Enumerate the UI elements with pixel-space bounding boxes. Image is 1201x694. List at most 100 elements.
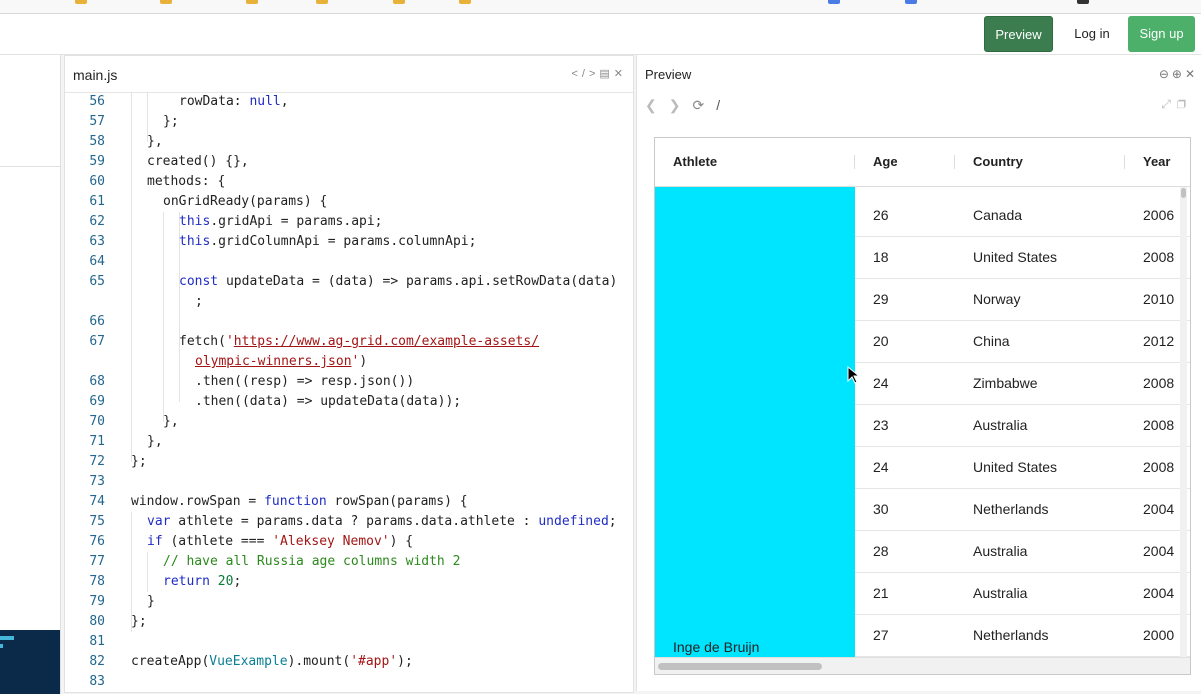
data-grid[interactable]: Athlete Age Country Year Inge de Bruijn … [654, 137, 1191, 675]
code-area[interactable]: 56 rowData: null, 57}; 58}, 59 created() {… [65, 92, 633, 692]
code-view-icon[interactable]: </> [571, 68, 599, 80]
preview-panel: Preview ⊖⊕✕ ❮ ❯ ⟳ / ⤢❐ Athlete Age Country … [636, 55, 1201, 691]
country-cell: China [973, 333, 1010, 349]
bookmark-site-icon[interactable] [828, 0, 840, 4]
close-icon[interactable]: ✕ [614, 68, 627, 80]
column-header-athlete[interactable]: Athlete [673, 154, 717, 169]
vertical-scrollbar[interactable] [1180, 187, 1187, 657]
code-url-link[interactable]: https://www.ag-grid.com/example-assets/ [234, 334, 539, 349]
code-editor-panel: main.js </>▤✕ 56 rowData: null, 57}; 58},… [64, 55, 634, 693]
column-resize-handle[interactable] [854, 155, 855, 169]
preview-view-controls: ⤢❐ [1161, 97, 1192, 112]
indent-guide [163, 212, 164, 422]
column-header-country[interactable]: Country [973, 154, 1023, 169]
country-cell: Australia [973, 543, 1028, 559]
editor-header: main.js </>▤✕ [65, 56, 633, 93]
signup-button[interactable]: Sign up [1128, 16, 1195, 52]
country-cell: Australia [973, 585, 1028, 601]
table-row[interactable]: 23 Australia 2008 [855, 404, 1190, 447]
bookmark-folder-icon[interactable] [459, 0, 471, 4]
bookmark-folder-icon[interactable] [75, 0, 87, 4]
editor-toolbar: </>▤✕ [571, 67, 627, 80]
age-cell: 24 [873, 375, 889, 391]
sidebar-terminal-preview[interactable] [0, 630, 60, 694]
year-cell: 2012 [1143, 333, 1175, 349]
year-cell: 2008 [1143, 375, 1175, 391]
code-url-link[interactable]: olympic-winners.json [195, 354, 352, 369]
year-cell: 2006 [1143, 207, 1175, 223]
left-sidebar [0, 55, 61, 694]
bookmark-folder-icon[interactable] [393, 0, 405, 4]
mouse-cursor-icon [847, 365, 861, 384]
preview-button[interactable]: Preview [984, 16, 1053, 52]
reload-icon[interactable]: ⟳ [692, 97, 704, 113]
indent-guide [147, 552, 148, 592]
zoom-out-icon[interactable]: ⊖ [1159, 67, 1172, 81]
table-row[interactable]: 21 Australia 2004 [855, 572, 1190, 615]
preview-title: Preview [645, 67, 692, 82]
age-cell: 18 [873, 249, 889, 265]
country-cell: United States [973, 459, 1058, 475]
year-cell: 2004 [1143, 501, 1175, 517]
country-cell: United States [973, 249, 1058, 265]
year-cell: 2008 [1143, 417, 1175, 433]
year-cell: 2004 [1143, 585, 1175, 601]
bookmark-site-icon[interactable] [1077, 0, 1089, 4]
age-cell: 26 [873, 207, 889, 223]
column-resize-handle[interactable] [954, 155, 955, 169]
table-row[interactable]: 20 China 2012 [855, 320, 1190, 363]
docs-icon[interactable]: ▤ [599, 68, 613, 80]
bookmark-folder-icon[interactable] [246, 0, 258, 4]
year-cell: 2008 [1143, 459, 1175, 475]
forward-icon[interactable]: ❯ [669, 97, 681, 113]
terminal-bar [0, 636, 14, 640]
column-header-year[interactable]: Year [1143, 154, 1170, 169]
age-cell: 29 [873, 291, 889, 307]
expand-icon[interactable]: ⤢ [1161, 97, 1177, 111]
athlete-name: Inge de Bruijn [673, 639, 760, 655]
year-cell: 2000 [1143, 627, 1175, 643]
table-row[interactable]: 30 Netherlands 2004 [855, 488, 1190, 531]
scrollbar-thumb[interactable] [658, 663, 822, 670]
table-row[interactable]: 27 Netherlands 2000 [855, 614, 1190, 657]
sidebar-divider [0, 166, 60, 167]
table-row[interactable]: 29 Norway 2010 [855, 278, 1190, 321]
terminal-bar [0, 644, 3, 648]
preview-path: / [716, 97, 721, 113]
grid-body: Inge de Bruijn 26 Canada 2006 18 United Sta… [655, 187, 1190, 657]
table-row[interactable]: 24 Zimbabwe 2008 [855, 362, 1190, 405]
age-cell: 30 [873, 501, 889, 517]
table-row[interactable]: 28 Australia 2004 [855, 530, 1190, 573]
indent-guide [131, 92, 132, 462]
country-cell: Canada [973, 207, 1023, 223]
country-cell: Netherlands [973, 627, 1049, 643]
column-header-age[interactable]: Age [873, 154, 898, 169]
column-resize-handle[interactable] [1124, 155, 1125, 169]
scrollbar-thumb[interactable] [1181, 188, 1186, 198]
horizontal-scrollbar[interactable] [655, 657, 1190, 674]
table-row[interactable]: 18 United States 2008 [855, 236, 1190, 279]
open-new-window-icon[interactable]: ❐ [1177, 97, 1192, 111]
zoom-in-icon[interactable]: ⊕ [1172, 67, 1185, 81]
bookmark-folder-icon[interactable] [316, 0, 328, 4]
app-header: Preview Log in Sign up [0, 14, 1201, 55]
table-row[interactable]: 24 United States 2008 [855, 446, 1190, 489]
close-icon[interactable]: ✕ [1185, 67, 1198, 81]
year-cell: 2010 [1143, 291, 1175, 307]
preview-nav: ❮ ❯ ⟳ / [645, 97, 732, 114]
bookmark-folder-icon[interactable] [160, 0, 172, 4]
country-cell: Australia [973, 417, 1028, 433]
country-cell: Norway [973, 291, 1021, 307]
country-cell: Netherlands [973, 501, 1049, 517]
spanned-athlete-cell[interactable]: Inge de Bruijn [655, 187, 855, 657]
age-cell: 23 [873, 417, 889, 433]
age-cell: 27 [873, 627, 889, 643]
login-button[interactable]: Log in [1062, 16, 1122, 52]
preview-toolbar: ⊖⊕✕ [1159, 67, 1198, 81]
year-cell: 2004 [1143, 543, 1175, 559]
back-icon[interactable]: ❮ [645, 97, 657, 113]
table-row[interactable]: 26 Canada 2006 [855, 194, 1190, 237]
bookmark-site-icon[interactable] [905, 0, 917, 4]
editor-filename: main.js [73, 67, 118, 83]
age-cell: 24 [873, 459, 889, 475]
